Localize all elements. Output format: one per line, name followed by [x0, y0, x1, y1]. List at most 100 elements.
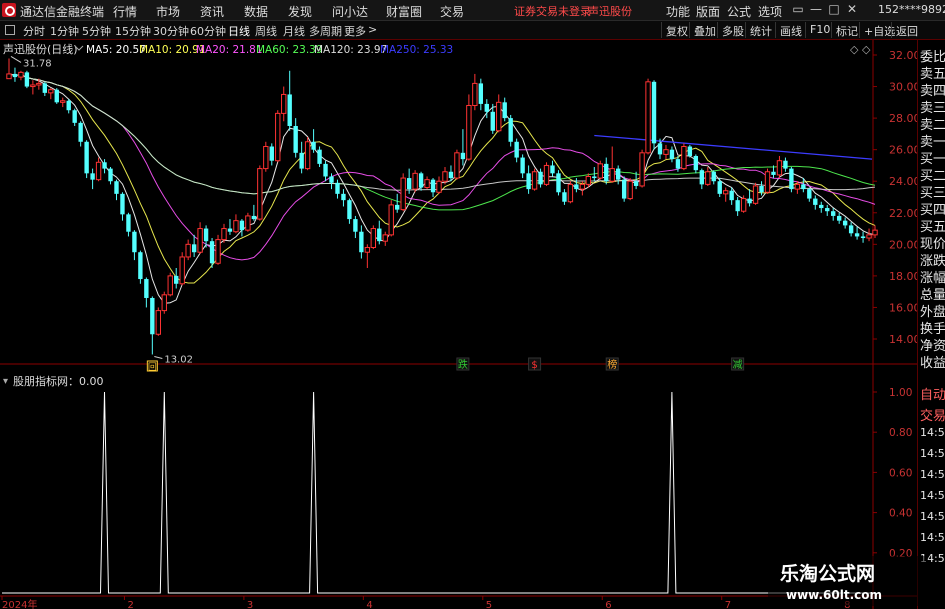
candle-body[interactable]: [645, 81, 651, 154]
candle-body[interactable]: [639, 152, 645, 187]
menu-item-news[interactable]: 资讯: [200, 3, 224, 20]
maximize-icon[interactable]: □: [827, 2, 841, 18]
candle-body[interactable]: [209, 241, 215, 264]
candle-body[interactable]: [556, 173, 561, 193]
candle-body[interactable]: [759, 185, 764, 193]
candle-body[interactable]: [24, 72, 30, 87]
candle-body[interactable]: [705, 171, 711, 185]
candle-body[interactable]: [418, 173, 424, 188]
menu-item-discover[interactable]: 发现: [288, 3, 312, 20]
candle-body[interactable]: [430, 179, 436, 193]
candle-body[interactable]: [627, 180, 633, 200]
candle-body[interactable]: [478, 83, 484, 104]
candle-body[interactable]: [866, 234, 872, 239]
candle-body[interactable]: [460, 152, 466, 160]
candle-body[interactable]: [663, 149, 669, 155]
candle-body[interactable]: [675, 159, 681, 169]
candle-body[interactable]: [604, 163, 609, 182]
candle-body[interactable]: [711, 171, 716, 182]
candle-body[interactable]: [723, 190, 729, 195]
candle-body[interactable]: [388, 204, 394, 236]
candle-body[interactable]: [233, 220, 239, 233]
menu-item-options[interactable]: 选项: [758, 3, 782, 20]
candle-body[interactable]: [263, 146, 269, 170]
candle-body[interactable]: [144, 279, 149, 298]
tab-period-intraday[interactable]: 分时: [23, 23, 45, 39]
candle-body[interactable]: [567, 183, 574, 203]
candle-body[interactable]: [681, 146, 687, 170]
menu-item-market[interactable]: 行情: [113, 3, 137, 20]
candle-body[interactable]: [161, 294, 167, 312]
candle-body[interactable]: [776, 160, 783, 176]
candle-body[interactable]: [155, 310, 161, 335]
back-button[interactable]: 返回: [891, 22, 922, 38]
tab-period-30min[interactable]: 30分钟: [153, 23, 189, 39]
candle-body[interactable]: [269, 146, 274, 161]
candle-body[interactable]: [138, 252, 143, 280]
menu-item-wealth-circle[interactable]: 财富圈: [386, 3, 422, 20]
candle-body[interactable]: [245, 215, 251, 231]
tab-period-1min[interactable]: 1分钟: [50, 23, 79, 39]
candle-body[interactable]: [311, 141, 316, 150]
candle-body[interactable]: [95, 161, 102, 181]
overlay-button[interactable]: 叠加: [689, 22, 720, 38]
candle-body[interactable]: [699, 170, 704, 185]
candle-body[interactable]: [126, 214, 131, 232]
app-logo-icon[interactable]: [2, 3, 16, 17]
candle-body[interactable]: [454, 152, 460, 179]
candle-body[interactable]: [215, 239, 221, 264]
draw-line-button[interactable]: 画线: [775, 22, 806, 38]
tab-period-5min[interactable]: 5分钟: [82, 23, 111, 39]
candle-body[interactable]: [227, 228, 233, 232]
candle-body[interactable]: [550, 165, 555, 174]
candle-body[interactable]: [72, 110, 77, 123]
candle-body[interactable]: [203, 228, 209, 242]
candle-body[interactable]: [364, 246, 371, 253]
candle-body[interactable]: [585, 175, 592, 185]
grid-icon[interactable]: [5, 25, 15, 35]
tab-period-multi[interactable]: 多周期: [309, 23, 342, 39]
menu-item-formula[interactable]: 公式: [727, 3, 751, 20]
candle-body[interactable]: [406, 178, 412, 190]
candle-body[interactable]: [281, 93, 287, 114]
candle-body[interactable]: [574, 184, 579, 190]
menu-item-layout[interactable]: 版面: [696, 3, 720, 20]
candle-body[interactable]: [609, 168, 615, 182]
candle-body[interactable]: [239, 220, 245, 231]
candle-body[interactable]: [592, 176, 597, 179]
candle-body[interactable]: [400, 177, 406, 211]
candle-body[interactable]: [836, 215, 842, 221]
candle-body[interactable]: [436, 180, 442, 193]
candle-body[interactable]: [275, 112, 281, 162]
candle-body[interactable]: [562, 192, 567, 202]
candle-body[interactable]: [448, 171, 454, 179]
candle-body[interactable]: [287, 94, 292, 126]
tab-period-60min[interactable]: 60分钟: [190, 23, 226, 39]
candle-body[interactable]: [472, 82, 478, 106]
candle-body[interactable]: [531, 171, 538, 190]
candle-body[interactable]: [854, 233, 860, 237]
candle-body[interactable]: [102, 162, 107, 169]
candle-body[interactable]: [90, 173, 95, 180]
tab-period-15min[interactable]: 15分钟: [115, 23, 151, 39]
candle-body[interactable]: [789, 168, 794, 190]
candle-body[interactable]: [771, 171, 776, 175]
candle-body[interactable]: [442, 171, 448, 182]
candle-body[interactable]: [842, 220, 848, 226]
candle-body[interactable]: [687, 146, 693, 156]
candle-body[interactable]: [597, 163, 603, 179]
candle-body[interactable]: [185, 243, 191, 258]
candle-body[interactable]: [174, 275, 179, 284]
candle-body[interactable]: [747, 198, 752, 204]
candle-body[interactable]: [657, 143, 663, 155]
candle-body[interactable]: [66, 100, 71, 111]
menu-item-assistant[interactable]: 问小达: [332, 3, 368, 20]
user-account[interactable]: 152****9892: [878, 3, 945, 16]
candle-body[interactable]: [395, 204, 400, 210]
candle-body[interactable]: [813, 198, 818, 205]
candle-body[interactable]: [807, 189, 812, 199]
candle-body[interactable]: [359, 231, 364, 253]
candle-body[interactable]: [860, 236, 866, 239]
candle-body[interactable]: [329, 176, 334, 183]
candle-body[interactable]: [496, 101, 502, 132]
